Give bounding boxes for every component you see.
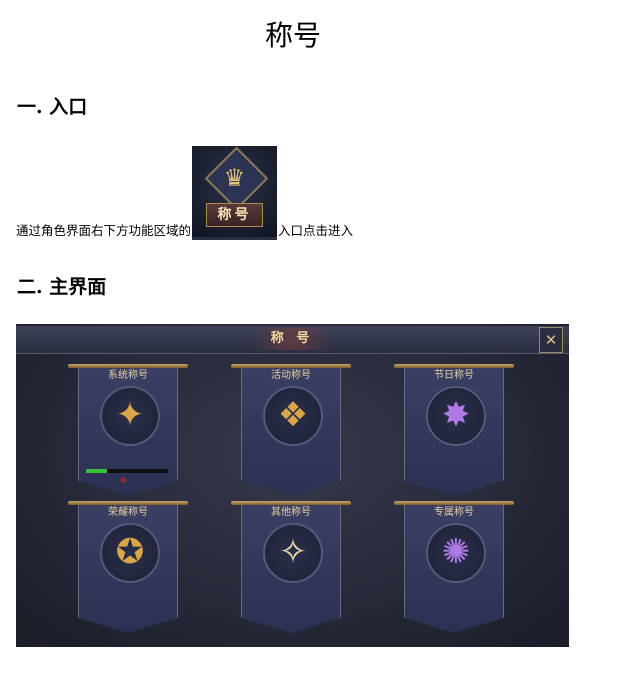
entry-text-after: 入口点击进入 [278,223,354,238]
title-category-card[interactable]: 节日称号 ✸ [394,364,514,496]
banner-rod [68,364,188,368]
title-entry-icon[interactable]: ♛ 称号 [192,146,278,240]
category-label: 节日称号 [434,370,474,381]
document-title: 称号 [264,19,321,52]
banner-rod [394,364,514,368]
category-label: 活动称号 [271,370,311,381]
event-title-emblem-icon: ❖ [277,395,309,435]
glory-title-emblem-icon: ✪ [115,532,145,572]
section-heading-entry: 一. 入口 [17,96,88,118]
category-label: 荣耀称号 [108,507,148,518]
exclusive-title-emblem-icon: ✺ [441,532,471,572]
banner-rod [394,501,514,505]
title-category-card[interactable]: 专属称号 ✺ [394,501,514,633]
title-category-card[interactable]: 荣耀称号 ✪ [68,501,188,633]
banner-rod [68,501,188,505]
other-title-emblem-icon: ✧ [278,532,308,572]
panel-title: 称 号 [252,328,332,350]
entry-icon-label: 称号 [206,203,264,227]
rank-marker-icon: ◆ [120,475,127,484]
title-category-card[interactable]: 活动称号 ❖ [231,364,351,496]
progress-fill [86,469,107,473]
festival-title-emblem-icon: ✸ [441,395,471,435]
system-title-progress-bar [86,469,168,473]
category-label: 其他称号 [271,507,311,518]
entry-text-before: 通过角色界面右下方功能区域的 [16,223,192,238]
banner-rod [231,501,351,505]
title-main-screenshot: 称 号 ✕ 系统称号 ✦ 活动称号 ❖ 节日称号 ✸ 荣耀称号 ✪ 其他称号 ✧ 专属称号 ✺ ◆ [16,324,569,647]
close-icon[interactable]: ✕ [539,327,563,353]
entry-paragraph: 通过角色界面右下方功能区域的 ♛ 称号 入口点击进入 [16,144,353,240]
banner-rod [231,364,351,368]
system-title-emblem-icon: ✦ [115,395,145,435]
category-label: 专属称号 [434,507,474,518]
title-category-card[interactable]: 其他称号 ✧ [231,501,351,633]
category-label: 系统称号 [108,370,148,381]
section-heading-main: 二. 主界面 [17,276,107,298]
crown-emblem-icon: ♛ [223,164,246,192]
